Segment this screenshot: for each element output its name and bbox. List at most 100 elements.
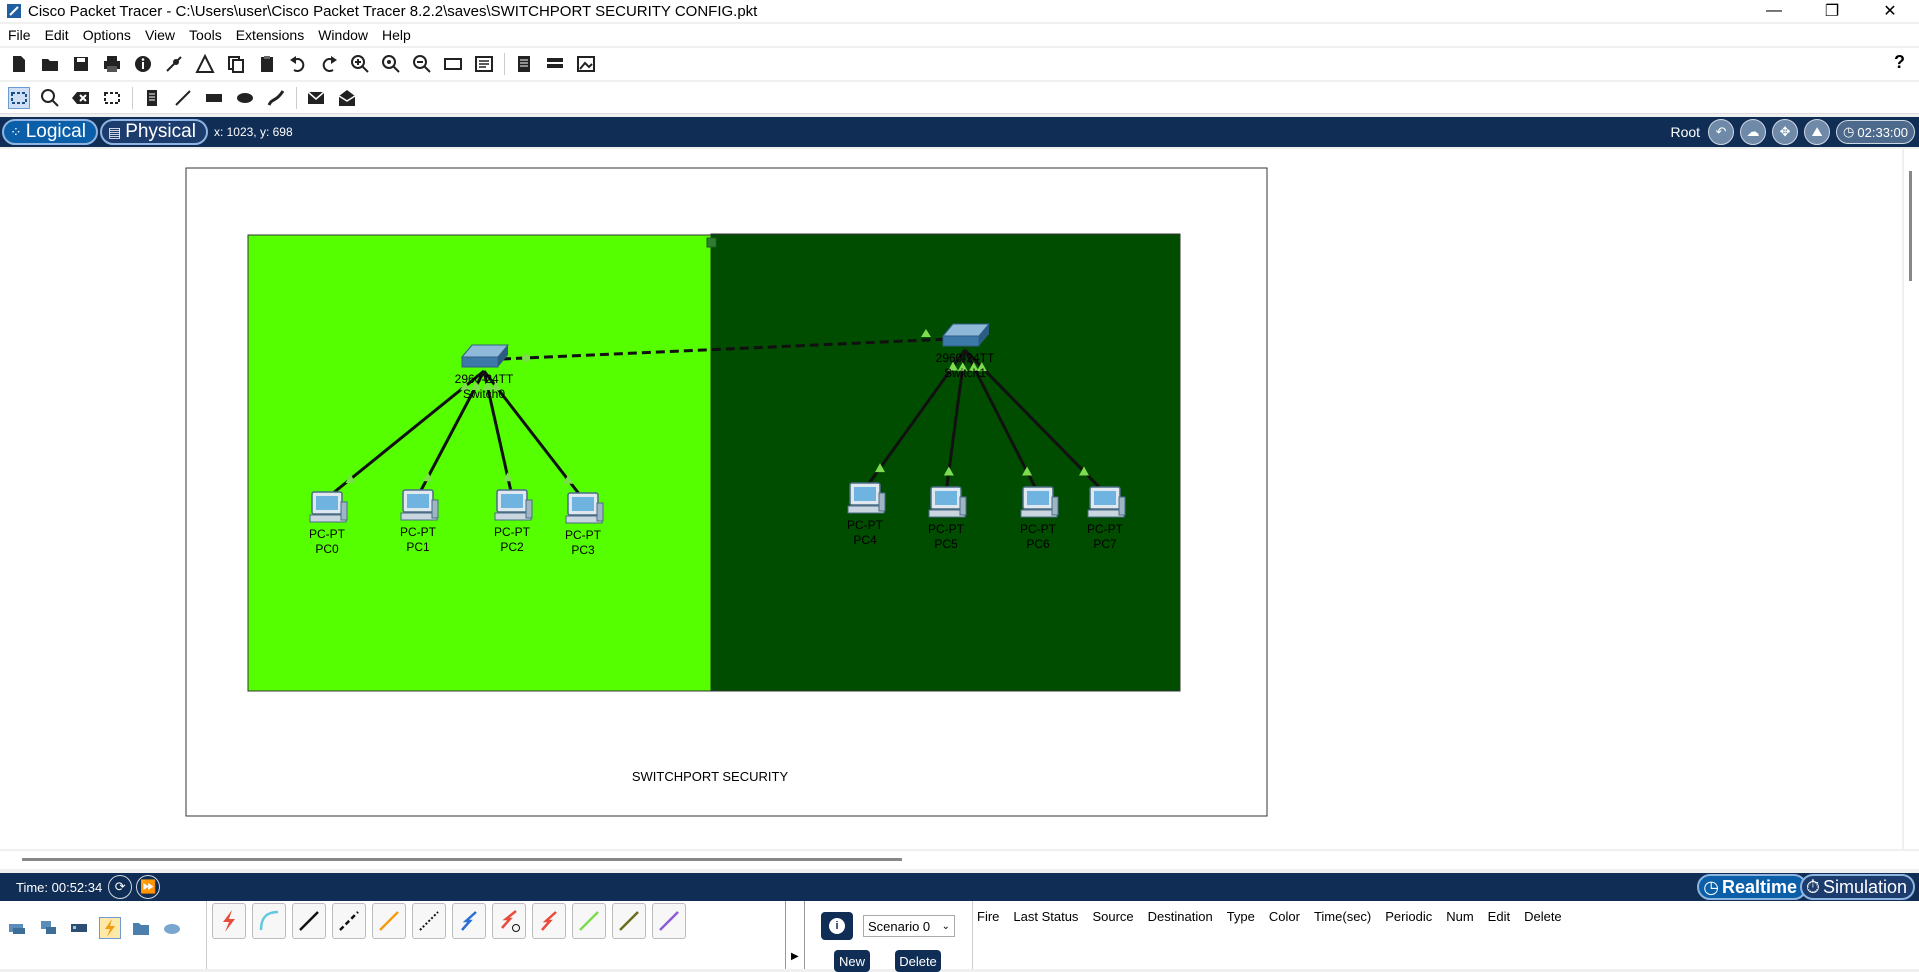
pdu-column-header[interactable]: Time(sec) xyxy=(1314,909,1371,924)
fiber-icon[interactable] xyxy=(372,903,406,939)
canvas-annotation[interactable]: SWITCHPORT SECURITY xyxy=(632,769,789,784)
serial-dte-icon[interactable] xyxy=(532,903,566,939)
draw-ellipse-icon[interactable] xyxy=(234,87,256,109)
fast-forward-icon[interactable]: ⏩ xyxy=(136,875,161,899)
phone-cable-icon[interactable] xyxy=(412,903,446,939)
select-icon[interactable] xyxy=(8,86,30,109)
delete-icon[interactable] xyxy=(70,87,92,109)
drawing-toolbar xyxy=(0,82,1919,114)
left-zone-rectangle[interactable] xyxy=(247,234,713,692)
new-file-icon[interactable] xyxy=(8,53,30,75)
cluster-cloud-icon[interactable]: ☁ xyxy=(1740,119,1767,145)
pdu-column-header[interactable]: Periodic xyxy=(1385,909,1432,924)
miscellaneous-icon[interactable] xyxy=(130,917,152,939)
auto-connection-icon[interactable] xyxy=(212,903,246,939)
multiuser-cloud-icon[interactable] xyxy=(161,917,183,939)
connections-icon[interactable] xyxy=(99,917,121,939)
copy-icon[interactable] xyxy=(225,53,247,75)
panel-splitter[interactable]: ▶ xyxy=(785,901,805,969)
redo-icon[interactable] xyxy=(318,53,340,75)
custom-device-dialog-icon[interactable] xyxy=(473,53,495,75)
pdu-column-header[interactable]: Type xyxy=(1227,909,1255,924)
inspect-icon[interactable] xyxy=(39,87,61,109)
serial-dce-icon[interactable] xyxy=(492,903,526,939)
info-icon[interactable] xyxy=(132,53,154,75)
save-icon[interactable] xyxy=(70,53,92,75)
menu-help[interactable]: Help xyxy=(382,27,411,43)
drawing-palette-icon[interactable] xyxy=(442,53,464,75)
realtime-label: Realtime xyxy=(1721,876,1797,897)
horizontal-scrollbar[interactable] xyxy=(0,851,1919,869)
pc-screen xyxy=(572,497,594,511)
activity-wizard-icon[interactable] xyxy=(163,53,185,75)
usb-cable-icon[interactable] xyxy=(652,903,686,939)
components-icon[interactable] xyxy=(68,917,90,939)
draw-line-icon[interactable] xyxy=(172,87,194,109)
right-zone-rectangle[interactable] xyxy=(710,233,1181,692)
back-icon[interactable]: ↶ xyxy=(1708,119,1735,145)
copper-cross-over-icon[interactable] xyxy=(332,903,366,939)
freeform-icon[interactable] xyxy=(265,87,287,109)
vertical-scroll-thumb[interactable] xyxy=(1909,171,1912,281)
network-devices-icon[interactable] xyxy=(6,917,28,939)
tab-logical[interactable]: ⁘ Logical xyxy=(2,119,98,145)
zoom-in-icon[interactable] xyxy=(349,53,371,75)
menu-options[interactable]: Options xyxy=(83,27,131,43)
resize-handle[interactable] xyxy=(706,237,717,248)
coaxial-cable-icon[interactable] xyxy=(452,903,486,939)
iot-custom-cable-icon[interactable] xyxy=(612,903,646,939)
help-button[interactable]: ? xyxy=(1894,52,1905,73)
resize-shape-icon[interactable] xyxy=(101,87,123,109)
move-object-icon[interactable]: ✥ xyxy=(1772,119,1799,145)
zoom-reset-icon[interactable] xyxy=(380,53,402,75)
pdu-column-header[interactable]: Destination xyxy=(1148,909,1213,924)
copper-straight-through-icon[interactable] xyxy=(292,903,326,939)
minimize-button[interactable]: — xyxy=(1745,0,1803,22)
pdu-column-header[interactable]: Source xyxy=(1092,909,1133,924)
place-note-icon[interactable] xyxy=(141,87,163,109)
realtime-mode-button[interactable]: ◷ Realtime xyxy=(1697,874,1807,900)
pdu-column-header[interactable]: Color xyxy=(1269,909,1300,924)
pdu-column-header[interactable]: Delete xyxy=(1524,909,1562,924)
menu-edit[interactable]: Edit xyxy=(45,27,69,43)
maximize-button[interactable]: ❐ xyxy=(1803,0,1861,22)
close-button[interactable]: ✕ xyxy=(1861,0,1919,22)
paste-icon[interactable] xyxy=(256,53,278,75)
console-cable-icon[interactable] xyxy=(252,903,286,939)
pdu-column-header[interactable]: Num xyxy=(1446,909,1473,924)
set-background-icon[interactable]: ⛰ xyxy=(1804,119,1831,145)
zoom-out-icon[interactable] xyxy=(411,53,433,75)
logical-workspace[interactable]: 2960-24TT Switch0 2960-24TT Switch1 PC-PT PC0… xyxy=(0,149,1902,849)
root-label[interactable]: Root xyxy=(1670,124,1700,140)
pdu-column-header[interactable]: Last Status xyxy=(1013,909,1078,924)
menu-window[interactable]: Window xyxy=(318,27,368,43)
draw-rectangle-icon[interactable] xyxy=(203,87,225,109)
menu-file[interactable]: File xyxy=(8,27,31,43)
pdu-column-header[interactable]: Edit xyxy=(1488,909,1510,924)
viewport-clock[interactable]: ◷ 02:33:00 xyxy=(1836,120,1915,144)
menu-extensions[interactable]: Extensions xyxy=(236,27,304,43)
menu-tools[interactable]: Tools xyxy=(189,27,222,43)
horizontal-scroll-thumb[interactable] xyxy=(22,858,902,861)
print-icon[interactable] xyxy=(101,53,123,75)
tab-physical[interactable]: ▤ Physical xyxy=(99,119,208,145)
menu-view[interactable]: View xyxy=(145,27,175,43)
topology-canvas[interactable]: 2960-24TTSwitch02960-24TTSwitch1PC-PTPC0… xyxy=(0,149,1902,849)
open-folder-icon[interactable] xyxy=(39,53,61,75)
scenario-info-button[interactable]: i xyxy=(821,912,853,940)
add-simple-pdu-icon[interactable] xyxy=(305,87,327,109)
image-icon[interactable] xyxy=(575,53,597,75)
undo-icon[interactable] xyxy=(287,53,309,75)
pdu-column-header[interactable]: Fire xyxy=(977,909,999,924)
panel-expand-arrow-icon[interactable]: ▶ xyxy=(791,951,799,962)
scenario-select[interactable]: Scenario 0 ⌄ xyxy=(863,915,955,937)
power-cycle-icon[interactable]: ⟳ xyxy=(108,875,133,899)
network-info-icon[interactable] xyxy=(194,53,216,75)
vertical-scrollbar[interactable] xyxy=(1904,149,1919,849)
device-rack-icon[interactable] xyxy=(544,53,566,75)
simulation-mode-button[interactable]: ⏱ Simulation xyxy=(1799,874,1915,900)
add-complex-pdu-icon[interactable] xyxy=(336,87,358,109)
end-devices-icon[interactable] xyxy=(37,917,59,939)
notes-icon[interactable] xyxy=(513,53,535,75)
octal-cable-icon[interactable] xyxy=(572,903,606,939)
